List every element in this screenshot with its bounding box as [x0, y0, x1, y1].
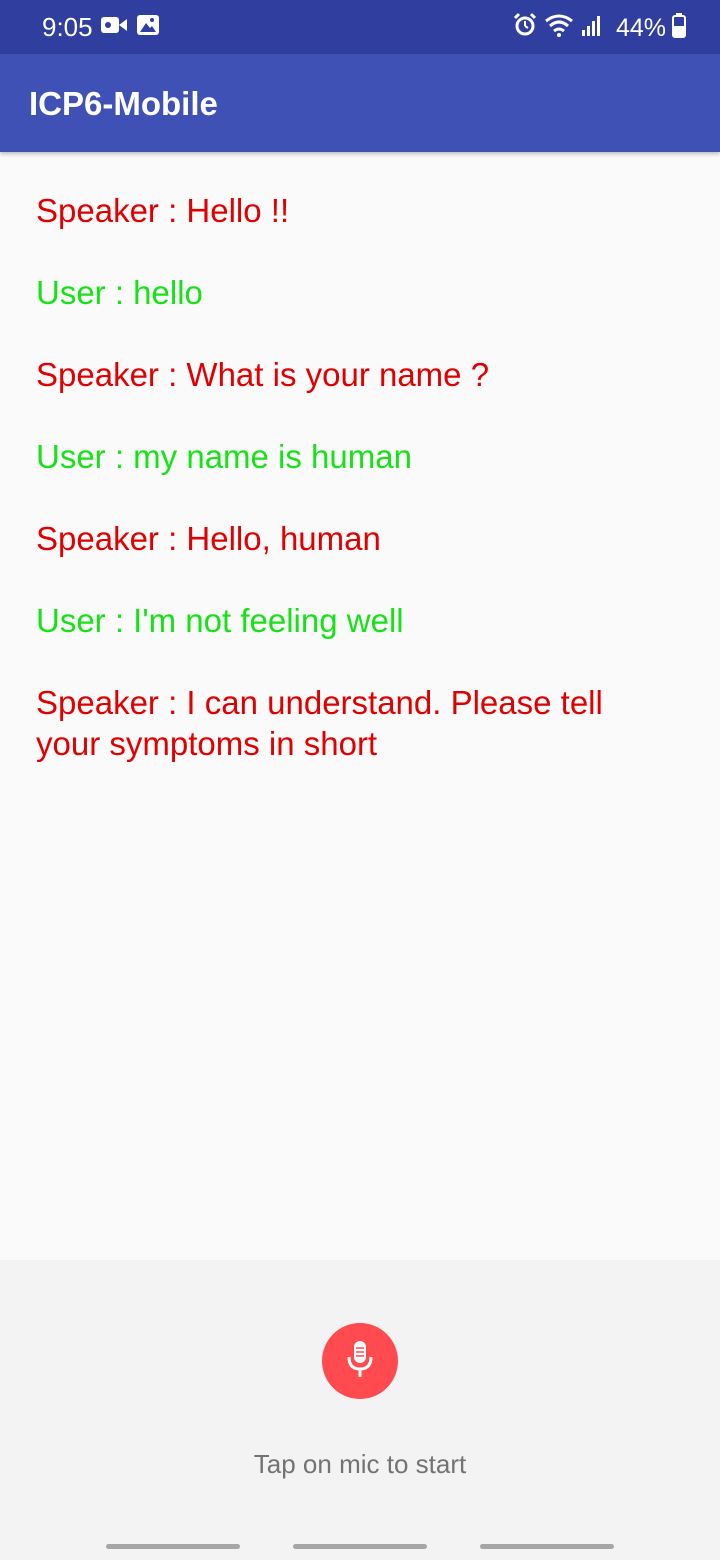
wifi-icon: [544, 12, 574, 43]
battery-percentage: 44%: [615, 13, 666, 42]
status-time: 9:05: [42, 12, 93, 42]
speaker-message: Speaker : I can understand. Please tell …: [36, 684, 603, 762]
conversation-log: Speaker : Hello !! User : hello Speaker …: [36, 190, 656, 805]
speaker-message: Speaker : Hello, human: [36, 520, 381, 557]
user-message: User : hello: [36, 274, 203, 311]
app-title: ICP6-Mobile: [29, 85, 218, 122]
voice-input-panel: Tap on mic to start: [0, 1260, 720, 1560]
nav-home-handle[interactable]: [293, 1544, 427, 1549]
speaker-message: Speaker : Hello !!: [36, 192, 290, 229]
gallery-icon: [136, 14, 160, 41]
status-bar: 9:05 44%: [0, 0, 720, 54]
alarm-icon: [512, 12, 538, 43]
user-message: User : my name is human: [36, 438, 412, 475]
speaker-message: Speaker : What is your name ?: [36, 356, 490, 393]
mic-hint-text: Tap on mic to start: [253, 1449, 467, 1479]
microphone-icon: [343, 1339, 377, 1384]
status-system-icons: 44%: [512, 12, 686, 43]
nav-back-handle[interactable]: [480, 1544, 614, 1549]
battery-icon: [672, 12, 686, 43]
app-bar: ICP6-Mobile: [0, 54, 720, 152]
mic-button[interactable]: [322, 1323, 398, 1399]
status-notification-icons: [100, 14, 160, 41]
nav-recents-handle[interactable]: [106, 1544, 240, 1549]
video-camera-icon: [100, 14, 128, 41]
signal-icon: [580, 13, 604, 42]
user-message: User : I'm not feeling well: [36, 602, 404, 639]
gesture-navigation-bar: [0, 1530, 720, 1560]
